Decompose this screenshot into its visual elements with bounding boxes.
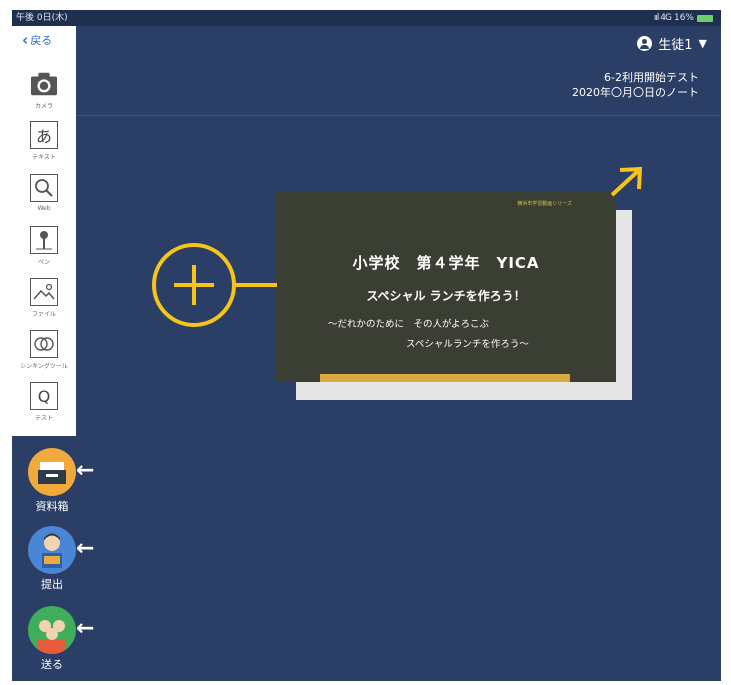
thinking-tool-icon: [30, 330, 58, 358]
card-line-2: スペシャルランチを作ろう～: [406, 339, 529, 350]
status-bar: 午後 0日(木) ııl 4G 16%: [12, 10, 721, 26]
add-plus-icon[interactable]: [149, 240, 289, 330]
user-menu[interactable]: 生徒1 ▼: [637, 34, 707, 53]
tool-label: カメラ: [34, 103, 53, 110]
note-title: 6-2利用開始テスト 2020年〇月〇日のノート: [572, 70, 699, 100]
tool-label: ペン: [37, 259, 50, 266]
tool-thinking[interactable]: シンキングツール: [20, 330, 68, 370]
action-submit[interactable]: 提出: [22, 526, 82, 592]
note-title-line-1: 6-2利用開始テスト: [604, 71, 699, 84]
header-divider: [76, 115, 721, 116]
signal-indicator: ııl 4G: [653, 13, 672, 23]
tool-camera[interactable]: カメラ: [20, 70, 68, 110]
student-submit-icon: [28, 526, 76, 574]
test-icon: Q: [30, 382, 58, 410]
file-icon: [30, 278, 58, 306]
lesson-card[interactable]: 横浜市学習動画シリーズ 小学校 第４学年 YICA スペシャル ランチを作ろう！…: [276, 192, 616, 382]
tool-file[interactable]: ファイル: [20, 278, 68, 318]
camera-icon: [30, 70, 58, 98]
chevron-down-icon: ▼: [698, 37, 707, 50]
action-label: 資料箱: [35, 500, 69, 513]
arrow-left-icon: ←: [76, 616, 95, 641]
back-label: 戻る: [30, 34, 53, 47]
user-icon: [637, 36, 653, 51]
tool-label: テスト: [34, 415, 53, 422]
tool-pen[interactable]: ペン: [20, 226, 68, 266]
status-right: ııl 4G 16%: [654, 10, 713, 26]
status-time: 午後 0日(木): [16, 13, 68, 23]
card-bottom-bar: [320, 374, 570, 382]
action-label: 提出: [41, 578, 63, 591]
battery-icon: [697, 14, 713, 22]
note-title-line-2: 2020年〇月〇日のノート: [572, 86, 699, 99]
app-screen: 午後 0日(木) ııl 4G 16% ‹ 戻る カメラ あ テキスト Web …: [12, 10, 721, 681]
tool-label: シンキングツール: [20, 363, 68, 370]
document-box-icon: [28, 448, 76, 496]
arrow-left-icon: ←: [76, 536, 95, 561]
action-send[interactable]: 送る: [22, 606, 82, 672]
tool-label: テキスト: [32, 154, 56, 161]
pen-icon: [30, 226, 58, 254]
card-title: 小学校 第４学年 YICA: [352, 254, 540, 272]
back-button[interactable]: ‹ 戻る: [22, 32, 52, 48]
send-people-icon: [28, 606, 76, 654]
action-materials[interactable]: 資料箱: [22, 448, 82, 514]
tool-palette: ‹ 戻る カメラ あ テキスト Web ペン ファイル シンキングツール Q テ…: [12, 26, 76, 436]
tool-test[interactable]: Q テスト: [20, 382, 68, 422]
tool-text[interactable]: あ テキスト: [20, 121, 68, 161]
web-search-icon: [30, 174, 58, 202]
tool-label: ファイル: [31, 311, 56, 318]
arrow-left-icon: ←: [76, 458, 95, 483]
action-label: 送る: [41, 658, 63, 671]
tool-label: Web: [37, 205, 51, 212]
card-subtitle: スペシャル ランチを作ろう！: [366, 289, 526, 303]
card-line-1: ～だれかのために その人がよろこぶ: [328, 319, 490, 330]
card-series-label: 横浜市学習動画シリーズ: [517, 201, 572, 207]
user-name: 生徒1: [658, 38, 693, 53]
expand-arrow-icon[interactable]: [608, 165, 648, 199]
chevron-left-icon: ‹: [22, 31, 29, 49]
text-icon: あ: [30, 121, 58, 149]
battery-percent: 16%: [673, 13, 694, 23]
tool-web[interactable]: Web: [20, 174, 68, 212]
